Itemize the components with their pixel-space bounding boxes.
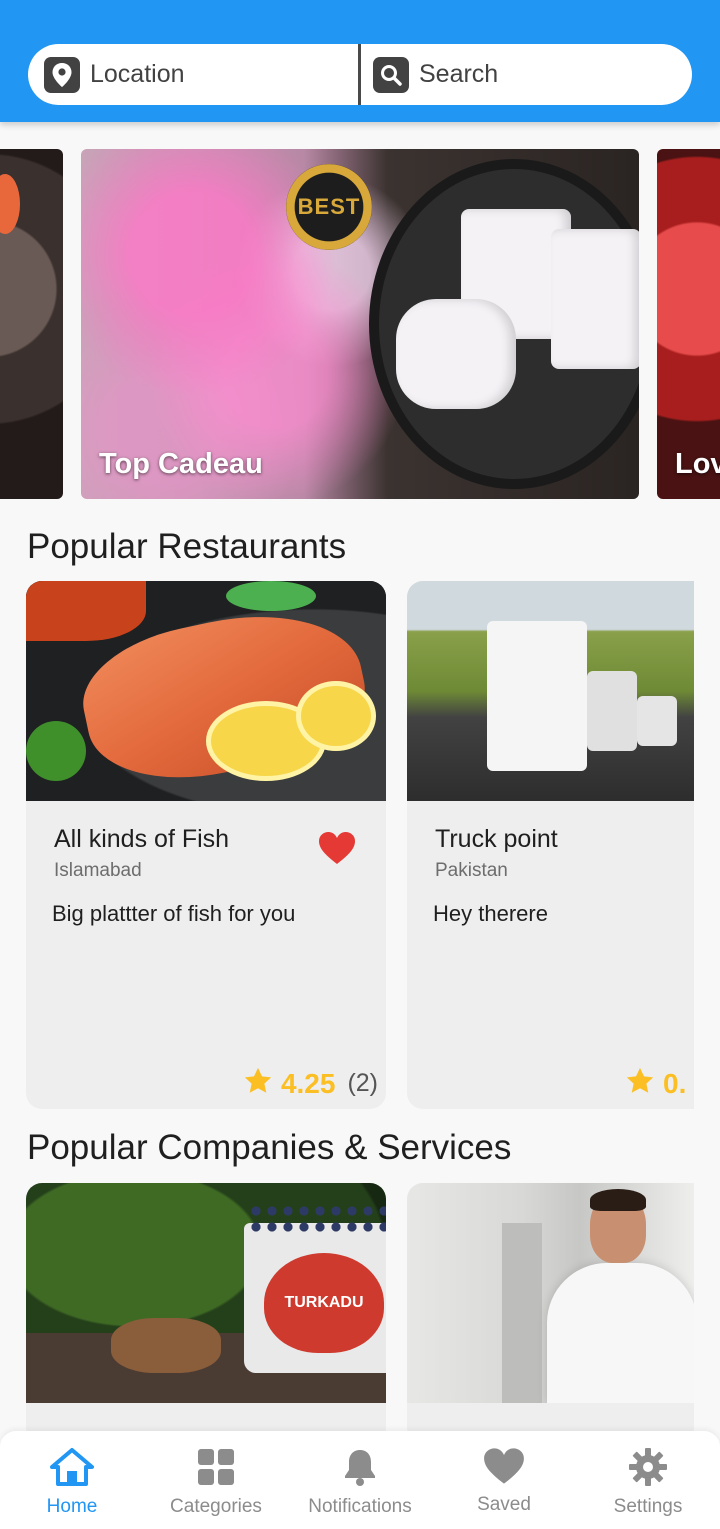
nav-item-categories[interactable]: Categories (144, 1431, 288, 1529)
rating-count: (2) (347, 1069, 378, 1097)
restaurant-description: Big plattter of fish for you (52, 901, 296, 926)
company-card[interactable] (407, 1183, 694, 1443)
rating: 4.25 (2) (243, 1066, 378, 1101)
banner-carousel[interactable]: BEST Top Cadeau Lov (0, 149, 720, 499)
star-icon (243, 1066, 273, 1101)
restaurant-name: Truck point (435, 825, 558, 853)
nav-label-notifications: Notifications (308, 1496, 412, 1517)
location-field[interactable]: Location (28, 44, 358, 105)
favorite-heart-icon[interactable] (318, 831, 356, 870)
rating: 0. (625, 1066, 686, 1101)
search-bar: Location Search (28, 44, 692, 105)
home-icon (49, 1447, 95, 1492)
banner-mug (551, 229, 639, 369)
section-title-restaurants: Popular Restaurants (27, 527, 347, 566)
company-image (407, 1183, 694, 1403)
heart-icon (483, 1447, 525, 1490)
nav-label-home: Home (46, 1496, 98, 1517)
nav-label-saved: Saved (477, 1494, 531, 1515)
company-image: TURKADU (26, 1183, 386, 1403)
restaurant-card[interactable]: All kinds of Fish Islamabad Big plattter… (26, 581, 386, 1109)
search-label: Search (419, 60, 499, 88)
banner-card[interactable]: Lov (657, 149, 720, 499)
nav-item-settings[interactable]: Settings (576, 1431, 720, 1529)
nav-label-categories: Categories (170, 1496, 262, 1517)
banner-candle (396, 299, 516, 409)
nav-item-home[interactable]: Home (0, 1431, 144, 1529)
banner-card[interactable] (0, 149, 63, 499)
restaurant-description: Hey therere (433, 901, 548, 926)
nav-item-notifications[interactable]: Notifications (288, 1431, 432, 1529)
restaurant-name: All kinds of Fish (54, 825, 230, 853)
restaurant-location: Islamabad (54, 860, 142, 881)
nav-label-settings: Settings (613, 1496, 683, 1517)
restaurant-image (407, 581, 694, 801)
banner-title: Lov (675, 448, 720, 480)
banner-title: Top Cadeau (99, 448, 263, 480)
rating-value: 4.25 (280, 1067, 336, 1099)
star-icon (625, 1066, 655, 1101)
gear-icon (628, 1447, 668, 1492)
section-title-companies: Popular Companies & Services (27, 1128, 512, 1167)
map-pin-icon (44, 56, 80, 93)
nav-item-saved[interactable]: Saved (432, 1431, 576, 1529)
restaurant-image (26, 581, 386, 801)
restaurant-card[interactable]: Truck point Pakistan Hey therere 0. (407, 581, 694, 1109)
rating-value: 0. (663, 1067, 687, 1099)
banner-card[interactable]: BEST Top Cadeau (81, 149, 639, 499)
bell-icon (340, 1447, 380, 1492)
magnifier-icon (373, 56, 409, 93)
banner-decoration (0, 174, 20, 234)
mug-logo: TURKADU (264, 1253, 384, 1353)
company-card[interactable]: TURKADU (26, 1183, 386, 1443)
restaurant-location: Pakistan (435, 860, 508, 881)
app-bar: Location Search (0, 0, 720, 122)
grid-icon (196, 1447, 236, 1492)
search-field[interactable]: Search (361, 44, 692, 105)
location-label: Location (90, 60, 185, 88)
bottom-navigation: Home Categories Notifications Saved Sett… (0, 1431, 720, 1529)
best-badge: BEST (286, 164, 372, 250)
